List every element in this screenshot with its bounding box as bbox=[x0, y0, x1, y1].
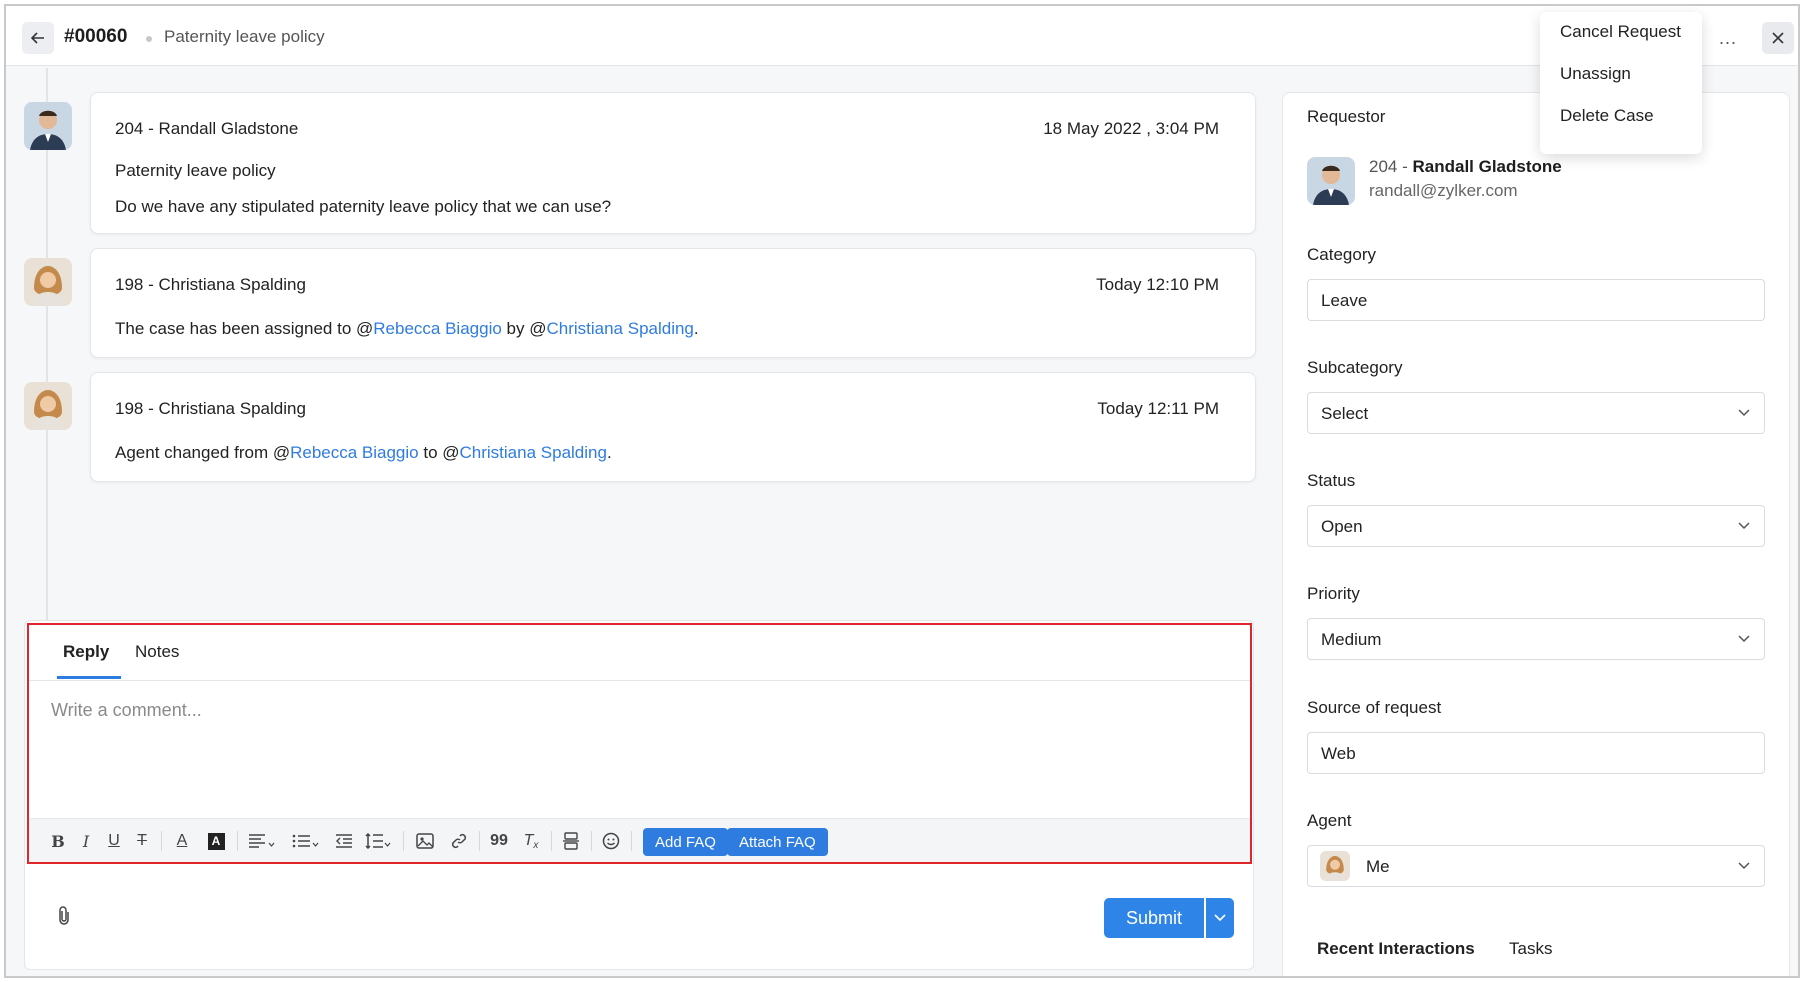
attach-faq-button[interactable]: Attach FAQ bbox=[727, 828, 828, 856]
chevron-down-icon bbox=[1738, 635, 1750, 643]
background-color-icon[interactable]: A bbox=[205, 829, 227, 853]
status-label: Status bbox=[1307, 471, 1356, 490]
close-icon bbox=[1772, 32, 1784, 44]
agent-select[interactable]: Me bbox=[1307, 845, 1765, 887]
mention-link[interactable]: Christiana Spalding bbox=[546, 319, 693, 338]
message-card: 198 - Christiana Spalding Today 12:11 PM… bbox=[90, 372, 1256, 482]
insert-image-icon[interactable] bbox=[413, 829, 437, 853]
reply-composer: Reply Notes B I U T A A bbox=[27, 623, 1252, 864]
message-body: Do we have any stipulated paternity leav… bbox=[115, 197, 612, 216]
link-icon[interactable] bbox=[447, 829, 471, 853]
chevron-down-icon bbox=[1738, 862, 1750, 870]
menu-item-unassign[interactable]: Unassign bbox=[1560, 64, 1631, 84]
mention-link[interactable]: Christiana Spalding bbox=[460, 443, 607, 462]
chevron-down-icon bbox=[1214, 914, 1226, 922]
strikethrough-icon[interactable]: T bbox=[131, 829, 153, 853]
bold-icon[interactable]: B bbox=[47, 829, 69, 853]
requestor-email: randall@zylker.com bbox=[1369, 181, 1518, 200]
priority-select[interactable]: Medium bbox=[1307, 618, 1765, 660]
category-label: Category bbox=[1307, 245, 1376, 264]
tab-recent-interactions[interactable]: Recent Interactions bbox=[1317, 939, 1475, 959]
status-select[interactable]: Open bbox=[1307, 505, 1765, 547]
message-author: 204 - Randall Gladstone bbox=[115, 119, 299, 138]
message-time: Today 12:10 PM bbox=[1096, 275, 1219, 294]
underline-icon[interactable]: U bbox=[103, 829, 125, 853]
separator-dot bbox=[146, 36, 152, 42]
list-icon[interactable] bbox=[289, 829, 323, 853]
emoji-icon[interactable] bbox=[599, 829, 623, 853]
align-icon[interactable] bbox=[245, 829, 279, 853]
avatar bbox=[24, 382, 72, 430]
submit-options-button[interactable] bbox=[1206, 898, 1234, 938]
message-time: Today 12:11 PM bbox=[1097, 399, 1219, 418]
close-button[interactable] bbox=[1762, 22, 1794, 54]
paperclip-icon[interactable] bbox=[54, 906, 74, 926]
active-tab-indicator bbox=[57, 676, 121, 679]
mention-link[interactable]: Rebecca Biaggio bbox=[290, 443, 419, 462]
formatting-toolbar: B I U T A A 99 T x Add FAQ Attach FAQ bbox=[29, 818, 1250, 862]
priority-label: Priority bbox=[1307, 584, 1360, 603]
case-header: #00060 Paternity leave policy ... bbox=[6, 6, 1798, 66]
outdent-icon[interactable] bbox=[331, 829, 357, 853]
requestor-label: Requestor bbox=[1307, 107, 1386, 126]
font-color-icon[interactable]: A bbox=[171, 829, 193, 853]
menu-item-delete-case[interactable]: Delete Case bbox=[1560, 106, 1654, 126]
italic-icon[interactable]: I bbox=[75, 829, 97, 853]
case-title: Paternity leave policy bbox=[164, 27, 325, 46]
message-author: 198 - Christiana Spalding bbox=[115, 399, 306, 418]
page-break-icon[interactable] bbox=[559, 829, 583, 853]
tab-reply[interactable]: Reply bbox=[63, 642, 109, 662]
message-card: 204 - Randall Gladstone 18 May 2022 , 3:… bbox=[90, 92, 1256, 234]
back-button[interactable] bbox=[22, 22, 54, 54]
tab-tasks[interactable]: Tasks bbox=[1509, 939, 1552, 959]
quote-icon[interactable]: 99 bbox=[487, 829, 511, 853]
message-body: Agent changed from @Rebecca Biaggio to @… bbox=[115, 443, 612, 462]
source-field[interactable]: Web bbox=[1307, 732, 1765, 774]
requestor-name: 204 - Randall Gladstone bbox=[1369, 157, 1562, 176]
message-body: The case has been assigned to @Rebecca B… bbox=[115, 319, 699, 338]
requestor-avatar bbox=[1307, 157, 1355, 205]
app-window: #00060 Paternity leave policy ... Cancel… bbox=[4, 4, 1800, 978]
menu-item-cancel-request[interactable]: Cancel Request bbox=[1560, 22, 1681, 42]
chevron-down-icon bbox=[1738, 409, 1750, 417]
line-height-icon[interactable] bbox=[363, 829, 393, 853]
subcategory-label: Subcategory bbox=[1307, 358, 1403, 377]
submit-button[interactable]: Submit bbox=[1104, 898, 1204, 938]
message-card: 198 - Christiana Spalding Today 12:10 PM… bbox=[90, 248, 1256, 358]
case-properties-panel: Requestor 204 - Randall Gladstone randal… bbox=[1282, 92, 1790, 976]
agent-label: Agent bbox=[1307, 811, 1352, 830]
chevron-down-icon bbox=[1738, 522, 1750, 530]
agent-avatar bbox=[1320, 851, 1350, 881]
message-time: 18 May 2022 , 3:04 PM bbox=[1043, 119, 1219, 138]
comment-input[interactable] bbox=[29, 682, 1250, 818]
message-subject: Paternity leave policy bbox=[115, 161, 276, 180]
category-field[interactable]: Leave bbox=[1307, 279, 1765, 321]
composer-tabs: Reply Notes bbox=[29, 625, 1250, 681]
add-faq-button[interactable]: Add FAQ bbox=[643, 828, 728, 856]
avatar bbox=[24, 258, 72, 306]
case-actions-menu: Cancel Request Unassign Delete Case bbox=[1540, 12, 1702, 154]
arrow-left-icon bbox=[31, 32, 44, 44]
clear-format-icon[interactable]: Tx bbox=[519, 829, 543, 853]
mention-link[interactable]: Rebecca Biaggio bbox=[373, 319, 502, 338]
message-author: 198 - Christiana Spalding bbox=[115, 275, 306, 294]
source-label: Source of request bbox=[1307, 698, 1442, 717]
tab-notes[interactable]: Notes bbox=[135, 642, 179, 662]
case-id: #00060 bbox=[64, 26, 128, 47]
more-options-button[interactable]: ... bbox=[1710, 20, 1746, 56]
subcategory-select[interactable]: Select bbox=[1307, 392, 1765, 434]
avatar bbox=[24, 102, 72, 150]
